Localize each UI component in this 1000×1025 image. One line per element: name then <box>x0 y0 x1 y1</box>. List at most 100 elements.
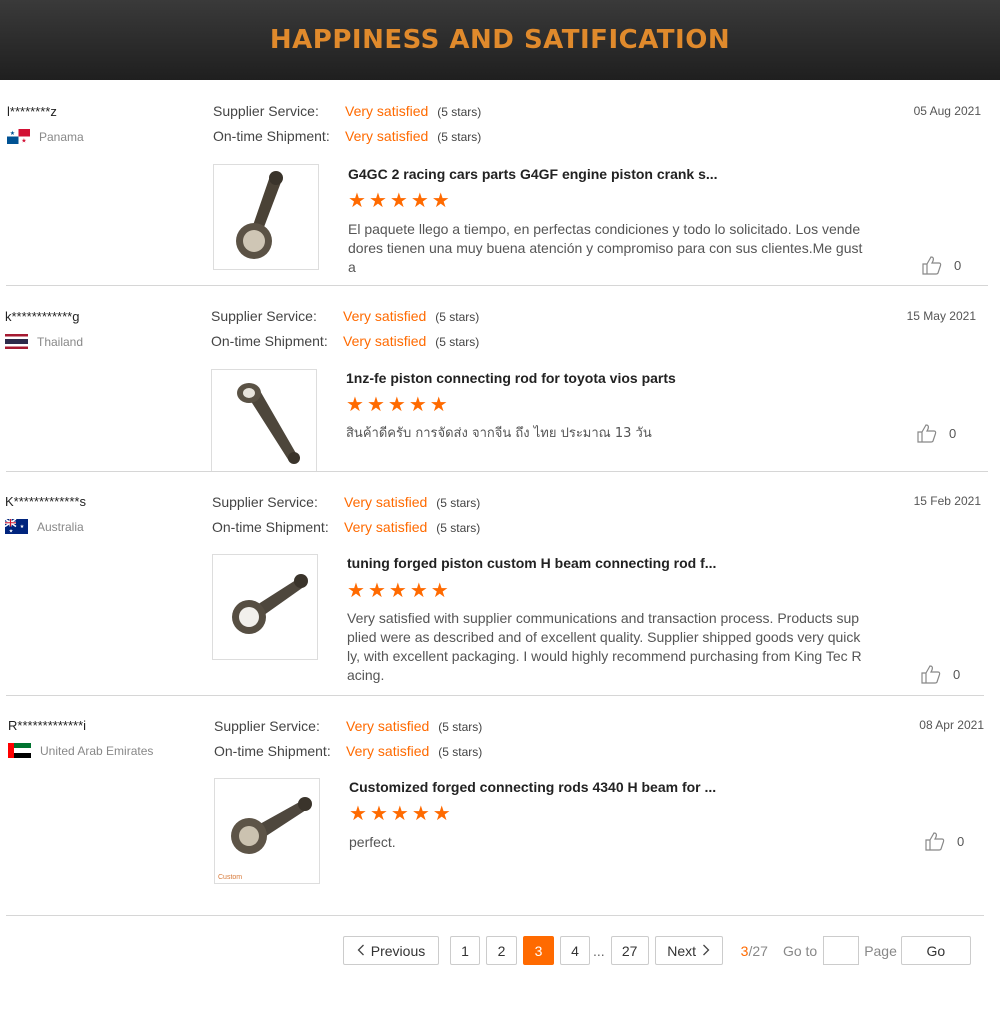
like-count: 0 <box>953 667 961 682</box>
country-label: Thailand <box>37 334 84 349</box>
shipment-value: Very satisfied <box>343 333 427 349</box>
connecting-rod-image <box>237 383 300 464</box>
star-icon: ★ <box>430 580 449 602</box>
page-2-button[interactable]: 2 <box>486 936 517 965</box>
like-button[interactable]: 0 <box>921 665 960 684</box>
like-count: 0 <box>949 426 957 441</box>
supplier-service-stars: (5 stars) <box>438 720 483 734</box>
feedback-text: perfect. <box>349 834 396 850</box>
thailand-flag-icon <box>5 334 28 349</box>
pagination: Previous 1 2 3 4 ... 27 Next 3 /27 Go to… <box>343 936 971 965</box>
buyer-name: K*************s <box>5 494 86 509</box>
shipment-stars: (5 stars) <box>436 521 481 535</box>
star-icon: ★ <box>431 190 450 212</box>
shipment-stars: (5 stars) <box>438 745 483 759</box>
svg-text:★: ★ <box>21 138 26 145</box>
product-title[interactable]: 1nz-fe piston connecting rod for toyota … <box>346 370 676 386</box>
review-item: k************g Thailand Supplier Service… <box>0 286 1000 472</box>
previous-button[interactable]: Previous <box>343 936 439 965</box>
star-rating: ★ ★ ★ ★ ★ <box>349 804 451 824</box>
star-rating: ★ ★ ★ ★ ★ <box>348 191 450 211</box>
panama-flag-icon: ★ ★ <box>7 129 30 144</box>
buyer-country: ★ ★ Australia <box>5 519 84 534</box>
header-banner: HAPPINESS AND SATIFICATION <box>0 0 1000 80</box>
product-title[interactable]: G4GC 2 racing cars parts G4GF engine pis… <box>348 166 718 182</box>
review-item: R*************i United Arab Emirates Sup… <box>0 696 1000 916</box>
feedback-text: Very satisfied with supplier communicati… <box>347 610 862 683</box>
star-icon: ★ <box>348 190 366 212</box>
supplier-service-stars: (5 stars) <box>437 105 482 119</box>
star-icon: ★ <box>387 394 406 416</box>
buyer-country: United Arab Emirates <box>8 743 153 758</box>
go-button[interactable]: Go <box>900 936 971 965</box>
page-1-button[interactable]: 1 <box>450 936 480 965</box>
service-ratings: Supplier Service: Very satisfied (5 stars)… <box>212 494 480 544</box>
product-thumbnail[interactable]: Custom <box>214 778 320 884</box>
buyer-name: R*************i <box>8 718 87 733</box>
page-3-button[interactable]: 3 <box>523 936 554 965</box>
feedback-text: El paquete llego a tiempo, en perfectas … <box>348 221 863 275</box>
chevron-left-icon <box>357 943 365 959</box>
shipment-label: On-time Shipment: <box>214 743 331 759</box>
product-thumbnail[interactable] <box>213 164 319 270</box>
country-label: Australia <box>37 519 84 534</box>
like-count: 0 <box>957 834 965 849</box>
current-page: 3 <box>740 942 749 959</box>
country-label: Panama <box>39 129 84 144</box>
next-button[interactable]: Next <box>654 936 723 965</box>
like-button[interactable]: 0 <box>922 256 961 275</box>
thumbnail-tag: Custom <box>218 874 243 881</box>
total-pages: /27 <box>748 942 768 959</box>
supplier-service-stars: (5 stars) <box>435 310 480 324</box>
page-27-button[interactable]: 27 <box>610 936 649 965</box>
page-4-button[interactable]: 4 <box>560 936 590 965</box>
next-label: Next <box>667 942 697 959</box>
supplier-service-value: Very satisfied <box>343 308 427 324</box>
supplier-service-value: Very satisfied <box>344 494 428 510</box>
review-date: 15 Feb 2021 <box>913 494 981 508</box>
product-title[interactable]: Customized forged connecting rods 4340 H… <box>349 779 716 795</box>
review-date: 08 Apr 2021 <box>919 718 984 732</box>
shipment-value: Very satisfied <box>344 519 428 535</box>
star-icon: ★ <box>366 394 385 416</box>
star-rating: ★ ★ ★ ★ ★ <box>346 395 448 415</box>
australia-flag-icon: ★ ★ <box>5 519 28 534</box>
previous-label: Previous <box>370 942 426 959</box>
country-label: United Arab Emirates <box>40 743 154 758</box>
supplier-service-label: Supplier Service: <box>213 103 319 119</box>
thumbs-up-icon <box>921 665 941 684</box>
buyer-name: k************g <box>5 309 80 324</box>
like-count: 0 <box>954 258 962 273</box>
goto-page-input[interactable] <box>823 936 860 965</box>
svg-text:★: ★ <box>20 524 25 530</box>
star-icon: ★ <box>389 190 408 212</box>
buyer-name: l********z <box>7 104 57 119</box>
banner-title: HAPPINESS AND SATIFICATION <box>269 25 731 55</box>
product-title[interactable]: tuning forged piston custom H beam conne… <box>347 555 716 571</box>
star-icon: ★ <box>390 803 409 825</box>
review-item: l********z ★ ★ Panama Supplier Service: Ve… <box>0 80 1000 286</box>
service-ratings: Supplier Service: Very satisfied (5 stars)… <box>211 308 479 358</box>
review-date: 15 May 2021 <box>906 309 976 323</box>
like-button[interactable]: 0 <box>925 832 964 851</box>
connecting-rod-image <box>231 797 312 854</box>
star-icon: ★ <box>429 394 448 416</box>
review-item: K*************s ★ ★ Australia Supplier Se… <box>0 472 1000 696</box>
svg-text:★: ★ <box>10 130 15 137</box>
supplier-service-label: Supplier Service: <box>211 308 317 324</box>
shipment-value: Very satisfied <box>346 743 430 759</box>
page-label: Page <box>864 942 897 959</box>
shipment-stars: (5 stars) <box>437 130 482 144</box>
product-thumbnail[interactable] <box>211 369 317 472</box>
service-ratings: Supplier Service: Very satisfied (5 stars)… <box>213 103 481 153</box>
like-button[interactable]: 0 <box>917 424 956 443</box>
review-divider <box>6 915 984 916</box>
shipment-label: On-time Shipment: <box>211 333 328 349</box>
shipment-value: Very satisfied <box>345 128 429 144</box>
product-thumbnail[interactable] <box>212 554 318 660</box>
page-indicator: 3 /27 Go to Page Go <box>741 936 971 965</box>
star-icon: ★ <box>408 394 427 416</box>
supplier-service-value: Very satisfied <box>345 103 429 119</box>
service-ratings: Supplier Service: Very satisfied (5 stars)… <box>214 718 482 768</box>
chevron-right-icon <box>702 943 710 959</box>
